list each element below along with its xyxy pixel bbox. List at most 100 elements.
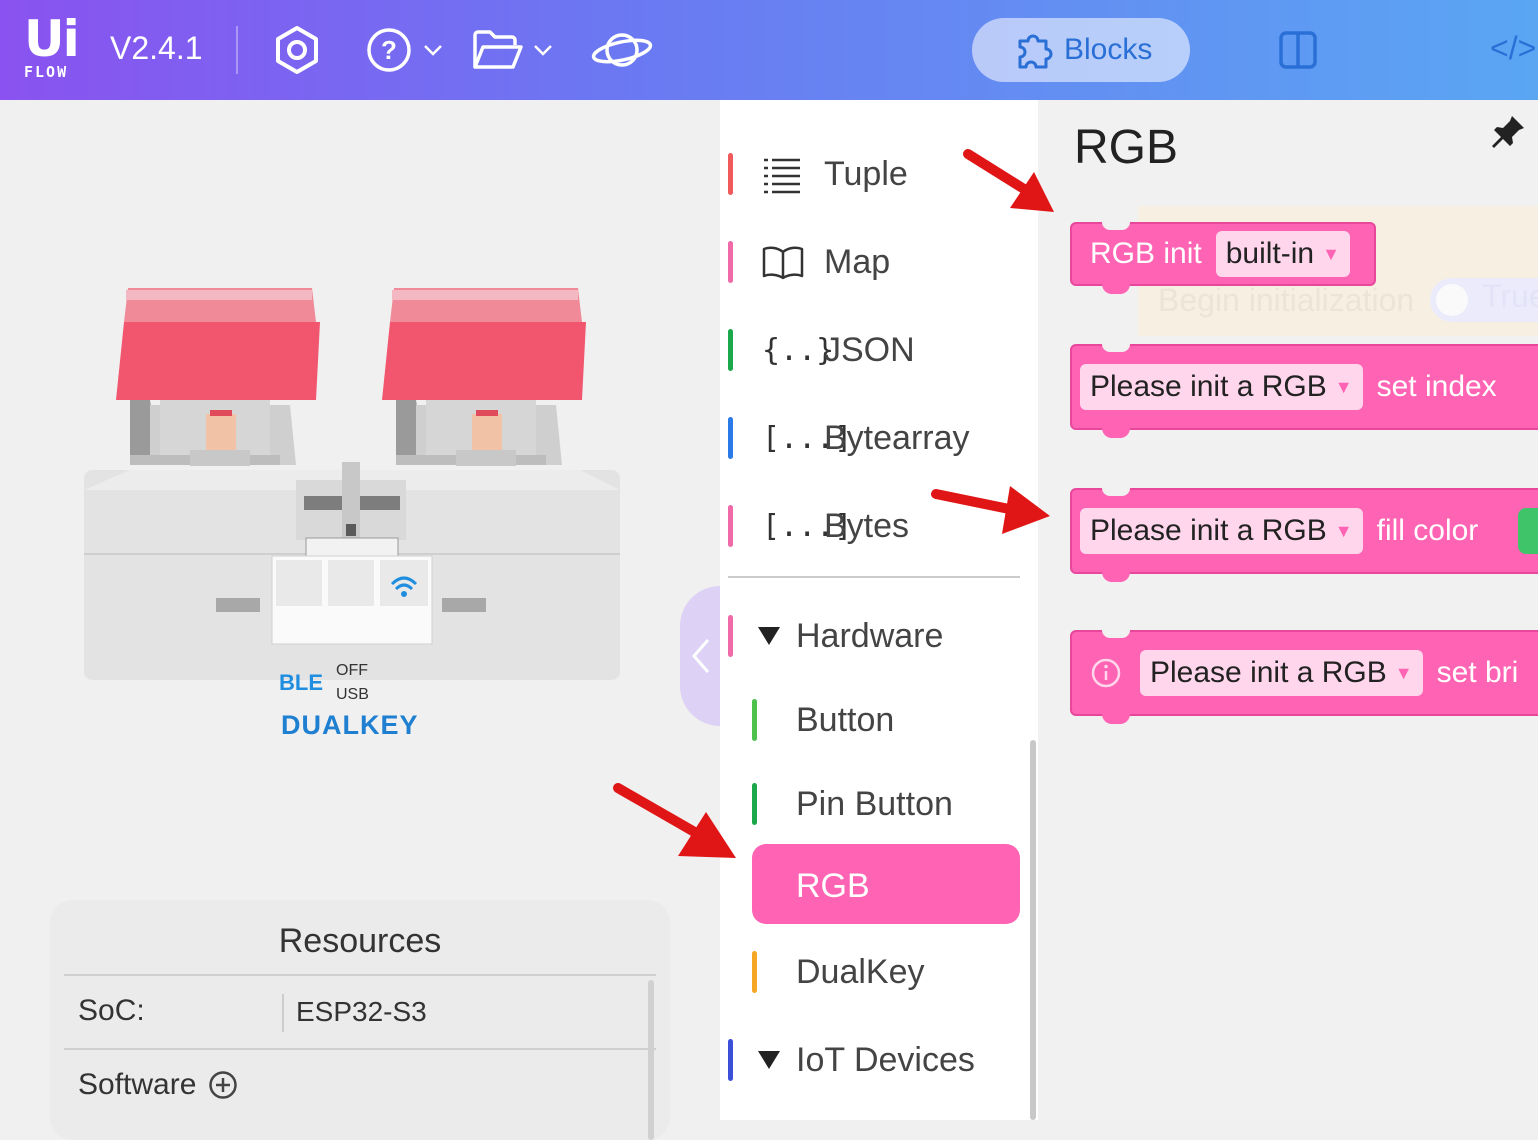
divider: [64, 1048, 656, 1050]
chevron-down-icon: [424, 45, 442, 56]
category-label: Tuple: [824, 154, 908, 193]
category-label: Pin Button: [796, 784, 953, 823]
category-json[interactable]: {..} JSON: [720, 320, 1038, 380]
resource-software-key: Software: [78, 1068, 197, 1101]
book-icon: [762, 246, 804, 280]
file-menu-button[interactable]: [472, 28, 554, 72]
block-category-menu: Tuple Map {..} JSON [...] Bytearray [...…: [720, 100, 1038, 1120]
category-color-bar: [752, 951, 757, 993]
resource-software-row[interactable]: Software: [78, 1068, 238, 1102]
category-color-bar: [728, 1039, 733, 1081]
category-map[interactable]: Map: [720, 232, 1038, 292]
block-text: set index: [1376, 370, 1497, 403]
dropdown-value: Please init a RGB: [1150, 656, 1387, 689]
settings-icon: [276, 26, 318, 74]
resource-soc-key: SoC:: [78, 994, 145, 1027]
divider: [728, 576, 1020, 578]
rgb-type-dropdown[interactable]: built-in ▼: [1215, 231, 1350, 277]
add-circle-icon[interactable]: [208, 1070, 238, 1100]
device-name-label: DUALKEY: [281, 710, 419, 740]
ghost-block-toggle: True: [1430, 278, 1538, 322]
color-swatch[interactable]: [1518, 508, 1538, 554]
divider: [282, 994, 284, 1032]
resource-soc-value: ESP32-S3: [296, 996, 427, 1027]
category-color-bar: [728, 329, 733, 371]
rgb-instance-dropdown[interactable]: Please init a RGB ▼: [1080, 364, 1363, 410]
settings-button[interactable]: [272, 26, 322, 74]
rgb-fill-color-block[interactable]: Please init a RGB ▼ fill color: [1070, 488, 1538, 582]
tab-blocks-label: Blocks: [1064, 33, 1153, 66]
category-label: Map: [824, 242, 891, 281]
category-iot-devices[interactable]: IoT Devices: [720, 1030, 1038, 1090]
category-color-bar: [728, 505, 733, 547]
resources-panel: Resources SoC: ESP32-S3 Software: [50, 900, 670, 1140]
rgb-set-index-block[interactable]: Please init a RGB ▼ set index: [1070, 344, 1538, 438]
rgb-instance-dropdown[interactable]: Please init a RGB ▼: [1140, 650, 1423, 696]
tab-split-view[interactable]: [1278, 30, 1318, 75]
dropdown-value: Please init a RGB: [1090, 514, 1327, 547]
divider: [64, 974, 656, 976]
scrollbar[interactable]: [1030, 740, 1036, 1120]
category-label: JSON: [824, 330, 915, 369]
category-bytearray[interactable]: [...] Bytearray: [720, 408, 1038, 468]
dualkey-device-illustration: [84, 288, 620, 680]
category-dualkey[interactable]: DualKey: [720, 942, 1038, 1002]
caret-down-icon: [758, 1051, 780, 1069]
top-toolbar: Ui FLOW V2.4.1 ? Blocks </>: [0, 0, 1538, 100]
category-color-bar: [728, 241, 733, 283]
device-ble-label: BLE: [279, 670, 323, 695]
category-label: RGB: [796, 866, 870, 905]
planet-icon: [591, 33, 653, 67]
puzzle-icon: [1018, 34, 1053, 69]
annotation-arrow: [931, 486, 1050, 534]
category-hardware[interactable]: Hardware: [720, 606, 1038, 666]
svg-text:?: ?: [381, 35, 397, 65]
resources-title: Resources: [278, 922, 442, 960]
toolbar-divider: [236, 26, 238, 74]
version-label: V2.4.1: [110, 30, 203, 66]
logo-text: Ui: [24, 10, 80, 68]
caret-down-icon: ▼: [1334, 520, 1353, 541]
tab-code[interactable]: </>: [1490, 30, 1536, 67]
category-color-bar: [728, 153, 733, 195]
community-button[interactable]: [590, 28, 654, 72]
category-label: IoT Devices: [796, 1040, 975, 1079]
help-menu-button[interactable]: ?: [366, 28, 444, 72]
block-text: fill color: [1376, 514, 1479, 547]
flyout-title: RGB: [1074, 121, 1179, 174]
category-color-bar: [752, 783, 757, 825]
block-flyout: RGB Begin initialization True RGB init b…: [1038, 100, 1538, 1120]
logo-subtext: FLOW: [24, 63, 69, 81]
split-view-icon: [1279, 31, 1317, 69]
category-label: Hardware: [796, 616, 944, 655]
dropdown-value: built-in: [1225, 237, 1315, 270]
caret-down-icon: ▼: [1334, 376, 1353, 397]
block-text: set bri: [1436, 656, 1519, 689]
info-icon[interactable]: [1090, 657, 1122, 689]
annotation-arrow: [963, 149, 1054, 212]
category-label: Bytearray: [824, 418, 970, 457]
dropdown-value: Please init a RGB: [1090, 370, 1327, 403]
scrollbar[interactable]: [648, 980, 654, 1140]
rgb-init-block[interactable]: RGB init built-in ▼: [1070, 222, 1376, 294]
category-label: Bytes: [824, 506, 910, 545]
tab-blocks[interactable]: Blocks: [972, 18, 1190, 82]
block-text: RGB init: [1090, 237, 1202, 270]
device-usb-label: USB: [336, 686, 369, 703]
category-label: DualKey: [796, 952, 925, 991]
category-pin-button[interactable]: Pin Button: [720, 774, 1038, 834]
category-rgb[interactable]: RGB: [720, 856, 1038, 916]
caret-down-icon: ▼: [1322, 243, 1340, 264]
category-color-bar: [728, 417, 733, 459]
list-icon: [764, 158, 800, 194]
category-button[interactable]: Button: [720, 690, 1038, 750]
rgb-set-brightness-block[interactable]: Please init a RGB ▼ set bri: [1070, 630, 1538, 724]
pin-icon[interactable]: [1488, 112, 1528, 152]
rgb-instance-dropdown[interactable]: Please init a RGB ▼: [1080, 508, 1363, 554]
device-off-label: OFF: [336, 662, 368, 679]
chevron-down-icon: [534, 45, 552, 56]
uiflow-logo: Ui FLOW: [24, 14, 88, 84]
device-preview-panel: BLE OFF USB DUALKEY Resources SoC: ESP32…: [0, 100, 740, 1140]
ghost-block-text: Begin initialization: [1158, 282, 1415, 318]
category-color-bar: [752, 699, 757, 741]
